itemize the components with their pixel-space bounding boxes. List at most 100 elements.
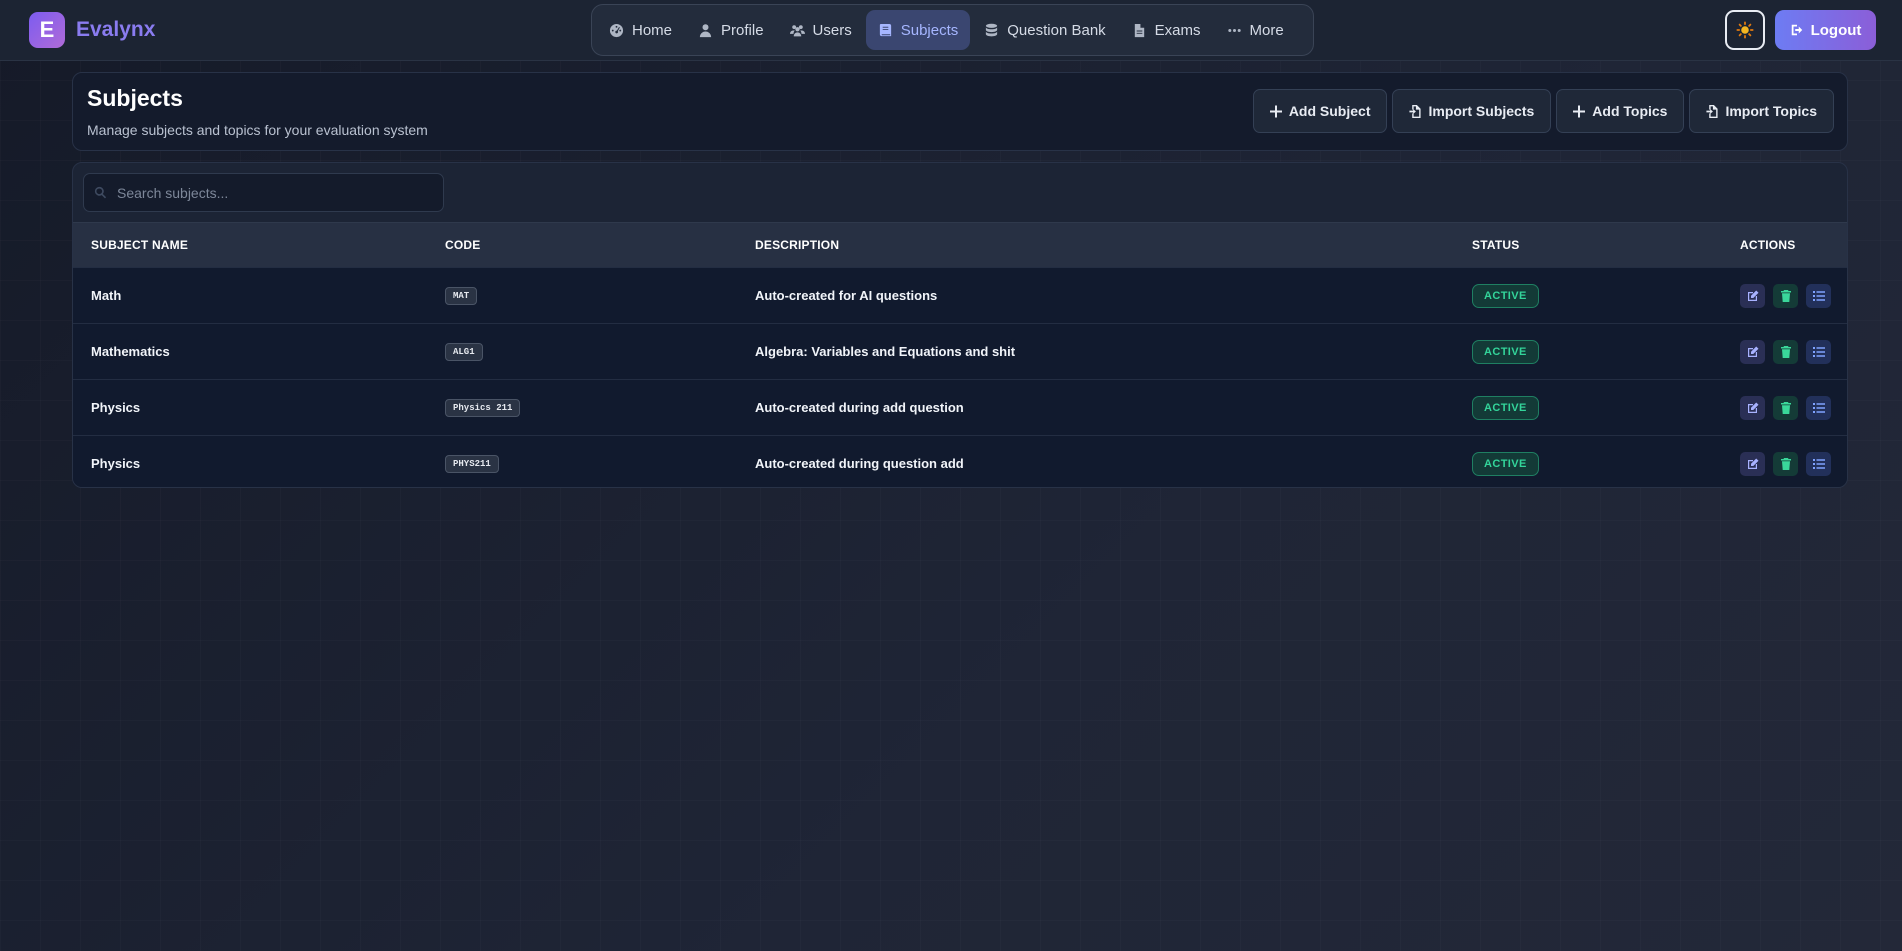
nav-item-users[interactable]: Users bbox=[778, 10, 864, 50]
add-topics-button[interactable]: Add Topics bbox=[1556, 89, 1685, 133]
subject-code-chip: Physics 211 bbox=[445, 398, 521, 417]
book-icon bbox=[879, 23, 891, 36]
table-row[interactable]: Physics PHYS211 Auto-created during questi… bbox=[73, 435, 1847, 487]
row-actions bbox=[1740, 436, 1831, 487]
subject-code-chip: MAT bbox=[445, 286, 478, 305]
delete-subject-button[interactable] bbox=[1773, 283, 1798, 308]
page-header: Subjects Manage subjects and topics for … bbox=[72, 72, 1848, 151]
brand-logo: E bbox=[29, 12, 65, 48]
nav-item-label: Exams bbox=[1154, 21, 1201, 39]
users-icon bbox=[789, 24, 805, 36]
table-row[interactable]: Physics Physics 211 Auto-created during ad… bbox=[73, 379, 1847, 435]
subject-description: Auto-created during question add bbox=[755, 456, 964, 471]
view-topics-button[interactable] bbox=[1806, 283, 1831, 308]
page-subtitle: Manage subjects and topics for your eval… bbox=[87, 122, 428, 138]
brand[interactable]: E Evalynx bbox=[29, 12, 155, 48]
status-badge: ACTIVE bbox=[1472, 339, 1539, 364]
trash-icon bbox=[1780, 345, 1791, 358]
delete-subject-button[interactable] bbox=[1773, 339, 1798, 364]
status-cell: ACTIVE bbox=[1472, 324, 1539, 379]
code-cell: Physics 211 bbox=[445, 380, 521, 435]
sun-icon bbox=[1736, 21, 1754, 39]
nav-item-label: Subjects bbox=[900, 21, 959, 39]
edit-subject-button[interactable] bbox=[1740, 283, 1765, 308]
edit-icon bbox=[1747, 290, 1758, 301]
column-header-subject-name[interactable]: SUBJECT NAME bbox=[91, 223, 188, 268]
logout-button[interactable]: Logout bbox=[1775, 10, 1876, 50]
subject-description: Auto-created for AI questions bbox=[755, 288, 938, 303]
nav-item-more[interactable]: More bbox=[1215, 10, 1296, 50]
status-cell: ACTIVE bbox=[1472, 268, 1539, 323]
delete-subject-button[interactable] bbox=[1773, 451, 1798, 476]
status-cell: ACTIVE bbox=[1472, 436, 1539, 487]
theme-toggle-button[interactable] bbox=[1725, 10, 1765, 50]
column-header-code[interactable]: CODE bbox=[445, 223, 480, 268]
code-cell: ALG1 bbox=[445, 324, 483, 379]
trash-icon bbox=[1780, 457, 1791, 470]
top-navbar: E Evalynx Home Profile Users Subjects Qu… bbox=[0, 0, 1902, 61]
search-box bbox=[83, 173, 444, 212]
trash-icon bbox=[1780, 289, 1791, 302]
subject-name: Math bbox=[91, 288, 122, 303]
plus-icon bbox=[1269, 105, 1282, 117]
trash-icon bbox=[1780, 401, 1791, 414]
nav-item-label: Profile bbox=[721, 21, 764, 39]
add-subject-button[interactable]: Add Subject bbox=[1252, 89, 1388, 133]
column-header-description[interactable]: DESCRIPTION bbox=[755, 223, 839, 268]
edit-subject-button[interactable] bbox=[1740, 395, 1765, 420]
file-import-icon bbox=[1409, 104, 1422, 118]
row-actions bbox=[1740, 324, 1831, 379]
logout-icon bbox=[1791, 24, 1802, 36]
brand-logo-letter: E bbox=[39, 17, 55, 42]
row-actions bbox=[1740, 380, 1831, 435]
edit-subject-button[interactable] bbox=[1740, 451, 1765, 476]
search-icon bbox=[94, 186, 107, 199]
add-subject-label: Add Subject bbox=[1288, 103, 1371, 119]
user-icon bbox=[699, 23, 712, 37]
subject-description: Algebra: Variables and Equations and shi… bbox=[755, 344, 1016, 359]
subject-code-chip: PHYS211 bbox=[445, 454, 499, 473]
subject-name: Physics bbox=[91, 456, 141, 471]
nav-item-question-bank[interactable]: Question Bank bbox=[972, 10, 1117, 50]
subject-name: Mathematics bbox=[91, 344, 170, 359]
nav-item-label: Question Bank bbox=[1007, 21, 1106, 39]
table-header: SUBJECT NAME CODE DESCRIPTION STATUS ACT… bbox=[73, 222, 1847, 268]
code-cell: MAT bbox=[445, 268, 478, 323]
view-topics-button[interactable] bbox=[1806, 395, 1831, 420]
code-cell: PHYS211 bbox=[445, 436, 499, 487]
status-badge: ACTIVE bbox=[1472, 283, 1539, 308]
nav-item-label: Home bbox=[632, 21, 673, 39]
main-nav: Home Profile Users Subjects Question Ban… bbox=[591, 4, 1314, 56]
edit-icon bbox=[1747, 458, 1758, 469]
status-cell: ACTIVE bbox=[1472, 380, 1539, 435]
import-topics-button[interactable]: Import Topics bbox=[1689, 89, 1834, 133]
nav-item-label: Users bbox=[812, 21, 852, 39]
edit-subject-button[interactable] bbox=[1740, 339, 1765, 364]
view-topics-button[interactable] bbox=[1806, 339, 1831, 364]
import-subjects-button[interactable]: Import Subjects bbox=[1392, 89, 1552, 133]
list-icon bbox=[1812, 290, 1825, 301]
nav-item-home[interactable]: Home bbox=[597, 10, 684, 50]
nav-item-exams[interactable]: Exams bbox=[1120, 10, 1213, 50]
status-badge: ACTIVE bbox=[1472, 395, 1539, 420]
delete-subject-button[interactable] bbox=[1773, 395, 1798, 420]
search-input[interactable] bbox=[117, 184, 437, 201]
row-actions bbox=[1740, 268, 1831, 323]
header-actions: Add Subject Import Subjects Add Topics I… bbox=[1252, 89, 1834, 133]
nav-item-profile[interactable]: Profile bbox=[686, 10, 776, 50]
subjects-table-card: SUBJECT NAME CODE DESCRIPTION STATUS ACT… bbox=[72, 162, 1848, 488]
nav-item-label: More bbox=[1249, 21, 1284, 39]
view-topics-button[interactable] bbox=[1806, 451, 1831, 476]
edit-icon bbox=[1747, 402, 1758, 413]
table-row[interactable]: Mathematics ALG1 Algebra: Variables and Eq… bbox=[73, 323, 1847, 379]
database-icon bbox=[986, 23, 998, 36]
nav-item-subjects[interactable]: Subjects bbox=[865, 10, 971, 50]
column-header-status[interactable]: STATUS bbox=[1472, 223, 1519, 268]
list-icon bbox=[1812, 402, 1825, 413]
plus-icon bbox=[1573, 105, 1586, 117]
table-row[interactable]: Math MAT Auto-created for AI questions ACTI… bbox=[73, 267, 1847, 323]
file-import-icon bbox=[1706, 104, 1719, 118]
edit-icon bbox=[1747, 346, 1758, 357]
list-icon bbox=[1812, 346, 1825, 357]
status-badge: ACTIVE bbox=[1472, 451, 1539, 476]
